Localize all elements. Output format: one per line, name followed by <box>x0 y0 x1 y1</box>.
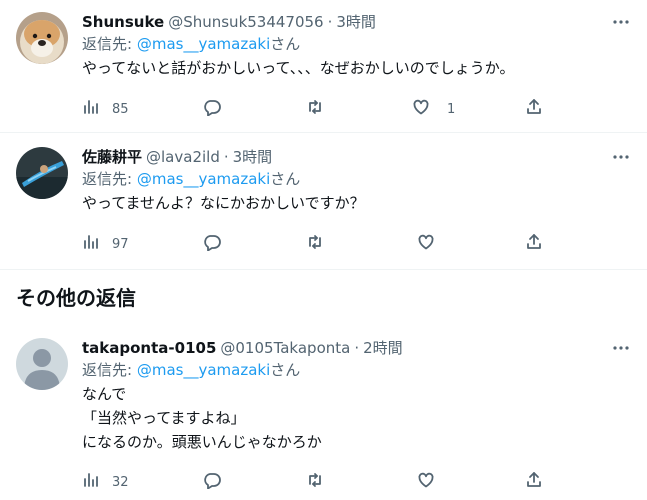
like-button[interactable] <box>417 471 435 493</box>
separator-dot: · <box>327 13 333 31</box>
tweet-actions: 85 1 <box>82 98 647 120</box>
reply-to-line: 返信先: @mas__yamazakiさん <box>82 169 631 189</box>
tweet-actions: 97 <box>82 233 647 255</box>
retweet-icon <box>306 471 324 493</box>
share-icon <box>525 471 543 493</box>
reply-suffix: さん <box>270 35 301 53</box>
share-button[interactable] <box>525 471 543 493</box>
views-count: 32 <box>112 474 129 490</box>
retweet-button[interactable] <box>306 233 324 255</box>
share-button[interactable] <box>525 98 543 120</box>
user-handle[interactable]: @0105Takaponta <box>220 338 350 358</box>
reply-prefix: 返信先: <box>82 361 137 379</box>
tweet-header: takaponta-0105 @0105Takaponta · 2時間 <box>82 338 631 358</box>
views-count: 97 <box>112 236 129 252</box>
retweet-icon <box>306 233 324 255</box>
likes-count: 1 <box>447 101 456 117</box>
like-icon <box>417 471 435 493</box>
views-button[interactable]: 97 <box>82 233 129 255</box>
display-name[interactable]: 佐藤耕平 <box>82 147 142 167</box>
reply-button[interactable] <box>203 471 221 493</box>
views-button[interactable]: 32 <box>82 471 129 493</box>
separator-dot: · <box>354 339 360 357</box>
tweet-text-line: やってないと話がおかしいって、、、なぜおかしいのでしょうか。 <box>82 59 515 77</box>
tweet-card[interactable]: 佐藤耕平 @lava2ild · 3時間 返信先: @mas__yamazaki… <box>0 133 647 270</box>
views-icon <box>82 471 100 493</box>
reply-icon <box>203 471 221 493</box>
like-button[interactable]: 1 <box>412 98 455 120</box>
display-name[interactable]: takaponta-0105 <box>82 338 216 358</box>
tweet-text-line: になるのか。頭悪いんじゃなかろか <box>82 433 322 451</box>
tweet-card[interactable]: Shunsuke @Shunsuk53447056 · 3時間 返信先: @ma… <box>0 0 647 133</box>
tweet-actions: 32 <box>82 471 647 493</box>
reply-mention-link[interactable]: @mas__yamazaki <box>137 35 270 53</box>
avatar-kayak[interactable] <box>16 147 68 199</box>
avatar-default[interactable] <box>16 338 68 390</box>
tweet-header: 佐藤耕平 @lava2ild · 3時間 <box>82 147 631 167</box>
reply-suffix: さん <box>270 170 301 188</box>
timestamp[interactable]: 2時間 <box>363 338 403 358</box>
reply-to-line: 返信先: @mas__yamazakiさん <box>82 34 631 54</box>
retweet-button[interactable] <box>306 98 324 120</box>
avatar-dog[interactable] <box>16 12 68 64</box>
views-icon <box>82 98 100 120</box>
section-header: その他の返信 <box>0 270 647 326</box>
views-button[interactable]: 85 <box>82 98 129 120</box>
tweet-header: Shunsuke @Shunsuk53447056 · 3時間 <box>82 12 631 32</box>
tweet-text-line: 「当然やってますよね」 <box>82 409 246 427</box>
share-icon <box>525 233 543 255</box>
separator-dot: · <box>223 148 229 166</box>
more-icon[interactable] <box>611 338 631 358</box>
share-button[interactable] <box>525 233 543 255</box>
reply-prefix: 返信先: <box>82 35 137 53</box>
retweet-icon <box>306 98 324 120</box>
reply-button[interactable] <box>203 233 221 255</box>
views-count: 85 <box>112 101 129 117</box>
reply-prefix: 返信先: <box>82 170 137 188</box>
tweet-text-line: なんで <box>82 385 127 403</box>
reply-mention-link[interactable]: @mas__yamazaki <box>137 170 270 188</box>
views-icon <box>82 233 100 255</box>
timestamp[interactable]: 3時間 <box>336 12 376 32</box>
section-title: その他の返信 <box>16 286 136 310</box>
retweet-button[interactable] <box>306 471 324 493</box>
like-icon <box>417 233 435 255</box>
user-handle[interactable]: @Shunsuk53447056 <box>168 12 323 32</box>
tweet-card[interactable]: takaponta-0105 @0105Takaponta · 2時間 返信先:… <box>0 326 647 500</box>
tweet-text-line: やってませんよ？なにかおかしいですか？ <box>82 194 365 212</box>
reply-button[interactable] <box>203 98 221 120</box>
more-icon[interactable] <box>611 12 631 32</box>
more-icon[interactable] <box>611 147 631 167</box>
timestamp[interactable]: 3時間 <box>233 147 273 167</box>
reply-mention-link[interactable]: @mas__yamazaki <box>137 361 270 379</box>
share-icon <box>525 98 543 120</box>
reply-icon <box>203 233 221 255</box>
like-icon <box>412 98 430 120</box>
user-handle[interactable]: @lava2ild <box>146 147 220 167</box>
reply-to-line: 返信先: @mas__yamazakiさん <box>82 360 631 380</box>
reply-icon <box>203 98 221 120</box>
like-button[interactable] <box>417 233 435 255</box>
reply-suffix: さん <box>270 361 301 379</box>
display-name[interactable]: Shunsuke <box>82 12 164 32</box>
